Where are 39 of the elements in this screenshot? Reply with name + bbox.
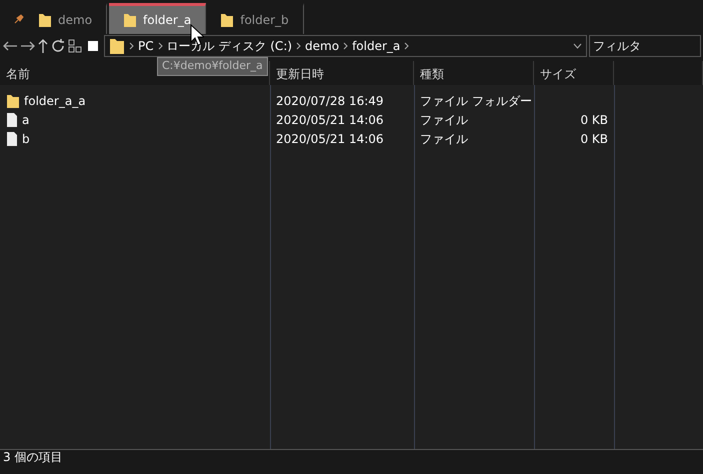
folder-icon bbox=[109, 37, 125, 55]
table-cell-text: ファイル bbox=[419, 112, 469, 128]
breadcrumb-item[interactable]: folder_a bbox=[352, 37, 400, 55]
file-icon bbox=[6, 130, 18, 146]
chevron-icon bbox=[343, 42, 348, 50]
table-cell-text: 0 KB bbox=[579, 112, 609, 128]
chevron-icon bbox=[158, 42, 163, 50]
square-icon[interactable] bbox=[87, 40, 99, 52]
tab[interactable]: demo bbox=[24, 3, 108, 34]
chevron-icon bbox=[129, 42, 134, 50]
table-cell-text: ファイル bbox=[419, 130, 469, 148]
refresh-icon[interactable] bbox=[50, 38, 66, 54]
tab[interactable]: folder_b bbox=[206, 3, 304, 34]
folder-icon bbox=[123, 12, 138, 28]
folder-icon bbox=[6, 92, 20, 108]
breadcrumb-item[interactable]: PC bbox=[138, 37, 154, 55]
table-cell-text: 0 KB bbox=[579, 130, 609, 148]
table-cell-text: 2020/07/28 16:49 bbox=[275, 92, 385, 110]
back-icon[interactable] bbox=[2, 40, 18, 52]
folder-icon bbox=[38, 12, 52, 28]
file-name[interactable]: b bbox=[0, 129, 270, 148]
file-icon bbox=[6, 112, 18, 128]
chevron-icon bbox=[296, 42, 302, 50]
breadcrumb-item[interactable]: demo bbox=[305, 37, 340, 55]
table-cell-text: ファイル フォルダー bbox=[419, 92, 533, 110]
filter-field[interactable]: フィルタ bbox=[589, 35, 701, 57]
tooltip: C:¥demo¥folder_a bbox=[157, 57, 268, 76]
status-text: 3 個の項目 bbox=[0, 449, 703, 465]
forward-icon[interactable] bbox=[20, 40, 36, 52]
file-name[interactable]: folder_a_a bbox=[0, 91, 270, 110]
dropdown-icon[interactable] bbox=[573, 43, 582, 49]
chevron-icon bbox=[404, 42, 410, 50]
table-cell-text: 2020/05/21 14:06 bbox=[275, 112, 385, 128]
tab[interactable]: folder_a bbox=[109, 3, 206, 34]
file-name[interactable]: a bbox=[0, 110, 270, 129]
view-icon[interactable] bbox=[68, 39, 82, 53]
folder-icon bbox=[220, 12, 234, 28]
up-icon[interactable] bbox=[38, 38, 48, 54]
table-cell-text: 2020/05/21 14:06 bbox=[275, 130, 385, 148]
